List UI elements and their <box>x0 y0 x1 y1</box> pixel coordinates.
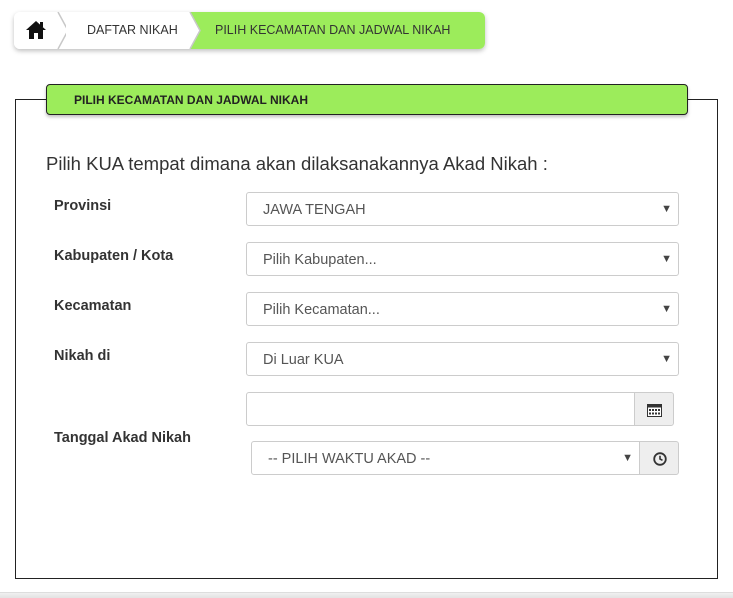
breadcrumb-item-label: DAFTAR NIKAH <box>87 23 178 37</box>
kecamatan-select[interactable]: Pilih Kecamatan... ▼ <box>246 292 679 326</box>
breadcrumb-separator <box>182 12 201 49</box>
clock-button[interactable] <box>639 441 679 475</box>
chevron-down-icon: ▼ <box>661 253 672 265</box>
calendar-icon <box>647 404 662 417</box>
nikah-di-label: Nikah di <box>54 348 111 364</box>
intro-text: Pilih KUA tempat dimana akan dilaksanaka… <box>46 153 548 174</box>
calendar-button[interactable] <box>634 392 674 426</box>
chevron-down-icon: ▼ <box>622 452 633 464</box>
kecamatan-value: Pilih Kecamatan... <box>263 302 380 318</box>
breadcrumb-item-daftar-nikah[interactable]: DAFTAR NIKAH <box>66 12 190 49</box>
nikah-di-select[interactable]: Di Luar KUA ▼ <box>246 342 679 376</box>
kabupaten-label: Kabupaten / Kota <box>54 248 174 264</box>
provinsi-label: Provinsi <box>54 198 112 214</box>
chevron-down-icon: ▼ <box>661 203 672 215</box>
breadcrumb-item-label: PILIH KECAMATAN DAN JADWAL NIKAH <box>215 23 451 37</box>
provinsi-value: JAWA TENGAH <box>263 202 366 218</box>
kabupaten-value: Pilih Kabupaten... <box>263 252 377 268</box>
waktu-akad-value: -- PILIH WAKTU AKAD -- <box>268 451 431 467</box>
kecamatan-label: Kecamatan <box>54 298 132 314</box>
provinsi-select[interactable]: JAWA TENGAH ▼ <box>246 192 679 226</box>
panel-title: PILIH KECAMATAN DAN JADWAL NIKAH <box>74 93 308 107</box>
chevron-down-icon: ▼ <box>661 353 672 365</box>
tanggal-akad-input[interactable] <box>246 392 635 426</box>
panel-title-tab: PILIH KECAMATAN DAN JADWAL NIKAH <box>46 84 688 115</box>
chevron-down-icon: ▼ <box>661 303 672 315</box>
waktu-akad-select[interactable]: -- PILIH WAKTU AKAD -- ▼ <box>251 441 640 475</box>
tanggal-akad-label: Tanggal Akad Nikah <box>54 430 191 446</box>
breadcrumb-item-pilih-kecamatan[interactable]: PILIH KECAMATAN DAN JADWAL NIKAH <box>190 12 485 49</box>
nikah-di-value: Di Luar KUA <box>263 352 344 368</box>
home-icon <box>26 21 46 39</box>
window-bottom-edge <box>0 592 733 598</box>
kabupaten-select[interactable]: Pilih Kabupaten... ▼ <box>246 242 679 276</box>
clock-icon <box>653 452 667 466</box>
